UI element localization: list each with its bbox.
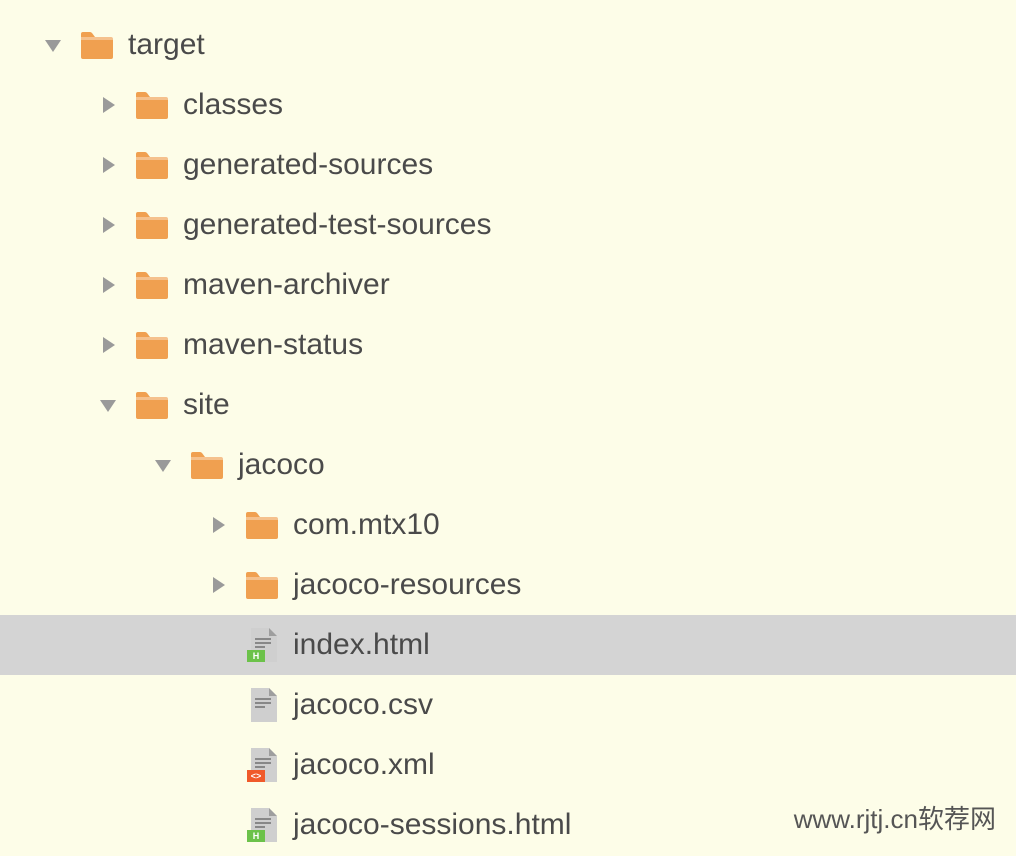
tree-item-target[interactable]: target (0, 15, 1016, 75)
chevron-right-icon[interactable] (93, 90, 123, 120)
chevron-down-icon[interactable] (38, 30, 68, 60)
chevron-right-icon[interactable] (203, 510, 233, 540)
tree-item-label: jacoco-resources (293, 568, 521, 602)
svg-text:<>: <> (251, 771, 262, 781)
tree-item-label: jacoco (238, 448, 325, 482)
tree-item-com-mtx10[interactable]: com.mtx10 (0, 495, 1016, 555)
chevron-down-icon[interactable] (148, 450, 178, 480)
chevron-right-icon[interactable] (93, 330, 123, 360)
svg-text:H: H (253, 651, 260, 661)
svg-text:H: H (253, 831, 260, 841)
tree-item-label: jacoco.csv (293, 688, 433, 722)
tree-item-label: index.html (293, 628, 430, 662)
tree-item-label: site (183, 388, 230, 422)
folder-icon (135, 328, 169, 362)
chevron-down-icon[interactable] (93, 390, 123, 420)
tree-item-index-html[interactable]: H index.html (0, 615, 1016, 675)
folder-icon (80, 28, 114, 62)
chevron-right-icon[interactable] (93, 270, 123, 300)
html-icon: H (245, 808, 279, 842)
tree-item-generated-test-sources[interactable]: generated-test-sources (0, 195, 1016, 255)
tree-item-jacoco-xml[interactable]: <> jacoco.xml (0, 735, 1016, 795)
folder-icon (245, 508, 279, 542)
folder-icon (245, 568, 279, 602)
tree-item-jacoco-resources[interactable]: jacoco-resources (0, 555, 1016, 615)
folder-icon (135, 268, 169, 302)
tree-item-label: com.mtx10 (293, 508, 440, 542)
tree-item-generated-sources[interactable]: generated-sources (0, 135, 1016, 195)
csv-icon (245, 688, 279, 722)
tree-item-classes[interactable]: classes (0, 75, 1016, 135)
tree-item-label: target (128, 28, 205, 62)
folder-icon (190, 448, 224, 482)
tree-item-label: generated-sources (183, 148, 433, 182)
chevron-right-icon[interactable] (93, 210, 123, 240)
tree-item-maven-archiver[interactable]: maven-archiver (0, 255, 1016, 315)
tree-item-label: jacoco-sessions.html (293, 808, 571, 842)
tree-item-label: maven-status (183, 328, 363, 362)
watermark: www.rjtj.cn软荐网 (794, 799, 996, 836)
html-icon: H (245, 628, 279, 662)
tree-item-jacoco[interactable]: jacoco (0, 435, 1016, 495)
folder-icon (135, 388, 169, 422)
folder-icon (135, 208, 169, 242)
chevron-right-icon[interactable] (93, 150, 123, 180)
tree-item-label: jacoco.xml (293, 748, 435, 782)
tree-item-label: maven-archiver (183, 268, 390, 302)
tree-item-label: classes (183, 88, 283, 122)
tree-item-maven-status[interactable]: maven-status (0, 315, 1016, 375)
folder-icon (135, 88, 169, 122)
xml-icon: <> (245, 748, 279, 782)
tree-item-label: generated-test-sources (183, 208, 492, 242)
project-tree: target classes generated-sources generat… (0, 0, 1016, 855)
folder-icon (135, 148, 169, 182)
chevron-right-icon[interactable] (203, 570, 233, 600)
tree-item-jacoco-csv[interactable]: jacoco.csv (0, 675, 1016, 735)
tree-item-site[interactable]: site (0, 375, 1016, 435)
